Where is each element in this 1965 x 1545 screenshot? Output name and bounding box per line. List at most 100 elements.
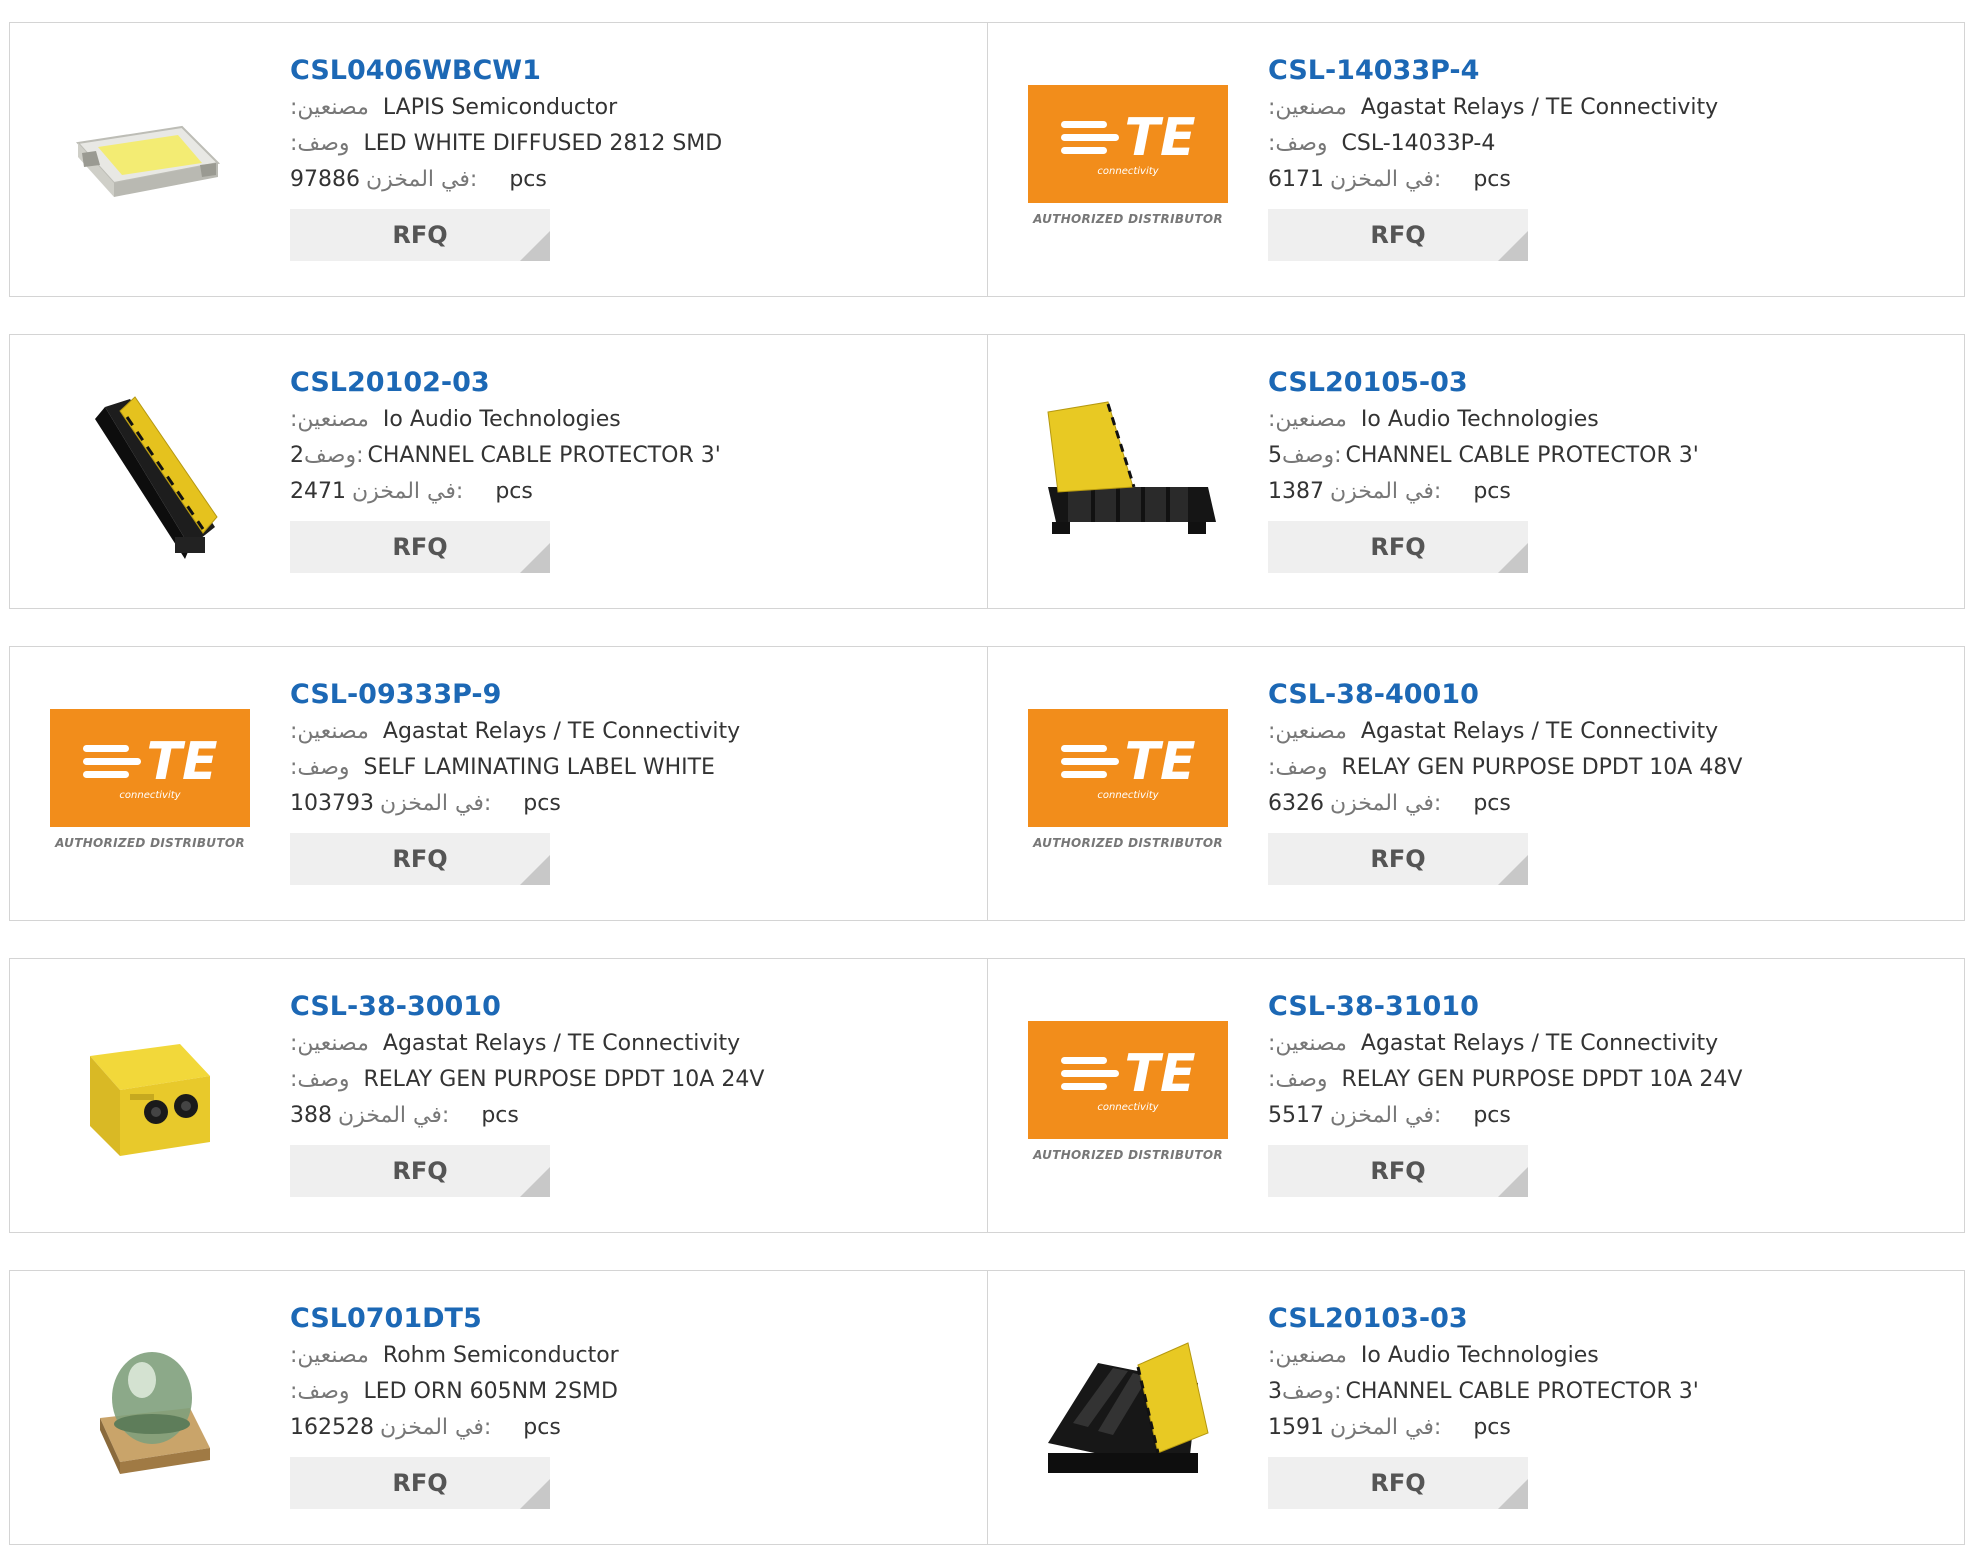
rfq-label: RFQ bbox=[392, 533, 448, 561]
product-row: CSL0406WBCW1 :مصنعين LAPIS Semiconductor … bbox=[9, 22, 1965, 297]
authorized-distributor-text: AUTHORIZED DISTRIBUTOR bbox=[55, 836, 245, 850]
description-line: 2وصف: CHANNEL CABLE PROTECTOR 3' bbox=[290, 441, 970, 477]
product-card: CSL-38-30010 :مصنعين Agastat Relays / TE … bbox=[10, 959, 988, 1232]
product-card: TE connectivity AUTHORIZED DISTRIBUTOR C… bbox=[988, 959, 1964, 1232]
rfq-button[interactable]: RFQ bbox=[290, 209, 550, 261]
manufacturer-value: Agastat Relays / TE Connectivity bbox=[1360, 95, 1719, 120]
te-logo-box: TE connectivity bbox=[50, 709, 250, 827]
rfq-button[interactable]: RFQ bbox=[290, 1457, 550, 1509]
product-image[interactable]: TE connectivity AUTHORIZED DISTRIBUTOR bbox=[50, 689, 250, 879]
part-number-link[interactable]: CSL20103-03 bbox=[1268, 1301, 1948, 1341]
stock-label: في المخزن: bbox=[1330, 167, 1442, 192]
manufacturer-line: :مصنعين Io Audio Technologies bbox=[1268, 405, 1948, 441]
description-number: 3 bbox=[1268, 1379, 1282, 1404]
part-number-link[interactable]: CSL-38-31010 bbox=[1268, 989, 1948, 1029]
stock-line: 103793 في المخزن: pcs bbox=[290, 789, 970, 825]
part-number-link[interactable]: CSL20102-03 bbox=[290, 365, 970, 405]
manufacturer-value: Agastat Relays / TE Connectivity bbox=[382, 719, 741, 744]
stock-label: في المخزن: bbox=[352, 479, 464, 504]
rfq-button[interactable]: RFQ bbox=[1268, 833, 1528, 885]
stock-value: 388 bbox=[290, 1103, 332, 1128]
part-number-link[interactable]: CSL0701DT5 bbox=[290, 1301, 970, 1341]
product-image[interactable] bbox=[50, 1313, 250, 1503]
description-value: RELAY GEN PURPOSE DPDT 10A 24V bbox=[1341, 1067, 1743, 1092]
manufacturer-line: :مصنعين Agastat Relays / TE Connectivity bbox=[290, 717, 970, 753]
product-card: CSL20103-03 :مصنعين Io Audio Technologies… bbox=[988, 1271, 1964, 1544]
cable-protector-image bbox=[1047, 401, 1216, 534]
manufacturer-line: :مصنعين Agastat Relays / TE Connectivity bbox=[1268, 1029, 1948, 1065]
stock-line: 5517 في المخزن: pcs bbox=[1268, 1101, 1948, 1137]
rfq-button[interactable]: RFQ bbox=[1268, 209, 1528, 261]
manufacturer-label: :مصنعين bbox=[290, 719, 369, 744]
rfq-corner bbox=[1498, 855, 1528, 885]
stock-line: 388 في المخزن: pcs bbox=[290, 1101, 970, 1137]
product-image[interactable] bbox=[1028, 377, 1228, 567]
manufacturer-line: :مصنعين LAPIS Semiconductor bbox=[290, 93, 970, 129]
part-number-link[interactable]: CSL0406WBCW1 bbox=[290, 53, 970, 93]
stock-value: 97886 bbox=[290, 167, 360, 192]
stock-unit: pcs bbox=[481, 1103, 519, 1128]
te-logo-lines-icon bbox=[1060, 742, 1119, 781]
stock-label: في المخزن: bbox=[338, 1103, 450, 1128]
stock-unit: pcs bbox=[1473, 167, 1511, 192]
part-number-link[interactable]: CSL20105-03 bbox=[1268, 365, 1948, 405]
description-line: 5وصف: CHANNEL CABLE PROTECTOR 3' bbox=[1268, 441, 1948, 477]
product-grid: CSL0406WBCW1 :مصنعين LAPIS Semiconductor … bbox=[0, 0, 1965, 1545]
manufacturer-line: :مصنعين Agastat Relays / TE Connectivity bbox=[1268, 717, 1948, 753]
manufacturer-value: Io Audio Technologies bbox=[1360, 1343, 1599, 1368]
part-number-link[interactable]: CSL-38-30010 bbox=[290, 989, 970, 1029]
stock-value: 5517 bbox=[1268, 1103, 1324, 1128]
stock-unit: pcs bbox=[509, 167, 547, 192]
cable-protector-image bbox=[95, 396, 218, 559]
authorized-distributor-text: AUTHORIZED DISTRIBUTOR bbox=[1033, 212, 1223, 226]
rfq-button[interactable]: RFQ bbox=[290, 1145, 550, 1197]
rfq-button[interactable]: RFQ bbox=[290, 521, 550, 573]
stock-unit: pcs bbox=[1473, 1415, 1511, 1440]
manufacturer-label: :مصنعين bbox=[1268, 1343, 1347, 1368]
description-label: وصف: bbox=[1282, 1379, 1342, 1404]
description-value: SELF LAMINATING LABEL WHITE bbox=[363, 755, 715, 780]
rfq-button[interactable]: RFQ bbox=[1268, 521, 1528, 573]
product-image[interactable]: TE connectivity AUTHORIZED DISTRIBUTOR bbox=[1028, 689, 1228, 879]
description-label: :وصف bbox=[1268, 131, 1328, 156]
product-image[interactable] bbox=[50, 1001, 250, 1191]
part-number-link[interactable]: CSL-14033P-4 bbox=[1268, 53, 1948, 93]
product-row: CSL20102-03 :مصنعين Io Audio Technologies… bbox=[9, 334, 1965, 609]
manufacturer-value: Io Audio Technologies bbox=[1360, 407, 1599, 432]
product-image[interactable]: TE connectivity AUTHORIZED DISTRIBUTOR bbox=[1028, 1001, 1228, 1191]
rfq-button[interactable]: RFQ bbox=[1268, 1457, 1528, 1509]
description-number: 5 bbox=[1268, 443, 1282, 468]
rfq-corner bbox=[520, 1167, 550, 1197]
stock-line: 1387 في المخزن: pcs bbox=[1268, 477, 1948, 513]
stock-value: 103793 bbox=[290, 791, 374, 816]
rfq-button[interactable]: RFQ bbox=[1268, 1145, 1528, 1197]
product-row: TE connectivity AUTHORIZED DISTRIBUTOR C… bbox=[9, 646, 1965, 921]
rfq-button[interactable]: RFQ bbox=[290, 833, 550, 885]
product-image[interactable] bbox=[1028, 1313, 1228, 1503]
description-value: RELAY GEN PURPOSE DPDT 10A 24V bbox=[363, 1067, 765, 1092]
te-logo-brand: TE bbox=[146, 731, 218, 792]
product-image[interactable] bbox=[50, 377, 250, 567]
description-value: CHANNEL CABLE PROTECTOR 3' bbox=[367, 443, 721, 468]
description-value: LED WHITE DIFFUSED 2812 SMD bbox=[363, 131, 723, 156]
product-image[interactable] bbox=[50, 65, 250, 255]
relay-image bbox=[90, 1044, 210, 1156]
stock-label: في المخزن: bbox=[1330, 791, 1442, 816]
part-number-link[interactable]: CSL-38-40010 bbox=[1268, 677, 1948, 717]
te-logo: TE connectivity AUTHORIZED DISTRIBUTOR bbox=[50, 709, 250, 859]
product-image[interactable]: TE connectivity AUTHORIZED DISTRIBUTOR bbox=[1028, 65, 1228, 255]
part-number-link[interactable]: CSL-09333P-9 bbox=[290, 677, 970, 717]
rfq-corner bbox=[1498, 1167, 1528, 1197]
stock-unit: pcs bbox=[1473, 1103, 1511, 1128]
rfq-corner bbox=[520, 231, 550, 261]
manufacturer-label: :مصنعين bbox=[290, 95, 369, 120]
cable-protector-image bbox=[1048, 1342, 1209, 1473]
product-card: TE connectivity AUTHORIZED DISTRIBUTOR C… bbox=[988, 23, 1964, 296]
manufacturer-value: Rohm Semiconductor bbox=[382, 1343, 619, 1368]
stock-label: في المخزن: bbox=[1330, 1415, 1442, 1440]
product-card: TE connectivity AUTHORIZED DISTRIBUTOR C… bbox=[988, 647, 1964, 920]
rfq-corner bbox=[1498, 543, 1528, 573]
description-label: :وصف bbox=[290, 1379, 350, 1404]
manufacturer-label: :مصنعين bbox=[290, 1343, 369, 1368]
stock-unit: pcs bbox=[523, 791, 561, 816]
